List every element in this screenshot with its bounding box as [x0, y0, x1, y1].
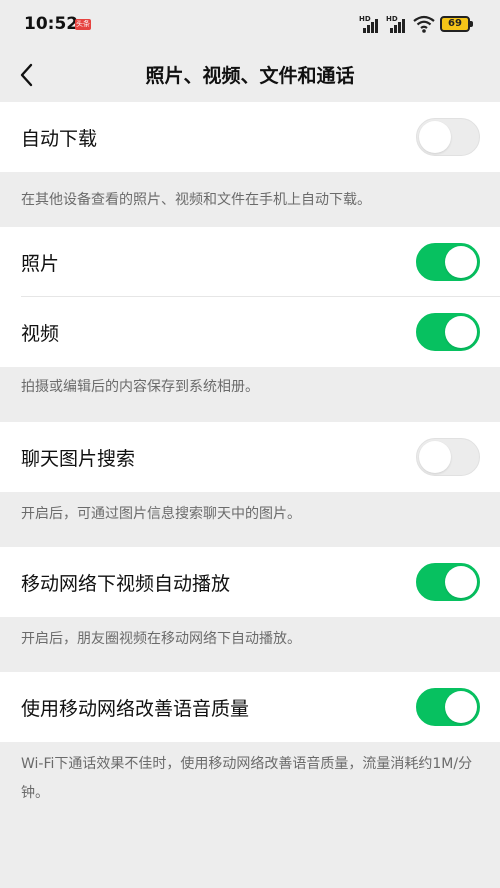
setting-label: 视频 [21, 322, 60, 345]
image-search-note: 开启后，可通过图片信息搜索聊天中的图片。 [0, 492, 500, 547]
setting-label: 照片 [21, 252, 60, 275]
photos-toggle[interactable] [416, 243, 480, 281]
toggle-knob [419, 441, 451, 473]
setting-row-auto-download[interactable]: 自动下载 [0, 102, 500, 172]
setting-row-videos[interactable]: 视频 [0, 297, 500, 367]
autoplay-note: 开启后，朋友圈视频在移动网络下自动播放。 [0, 617, 500, 672]
toggle-knob [445, 691, 477, 723]
setting-label: 使用移动网络改善语音质量 [21, 697, 250, 720]
status-bar: 10:52 头条 HD HD 69 [0, 0, 500, 48]
settings-list: 自动下载 在其他设备查看的照片、视频和文件在手机上自动下载。 照片 视频 拍摄或… [0, 102, 500, 808]
toggle-knob [445, 246, 477, 278]
status-icons: HD HD 69 [359, 14, 473, 34]
image-search-toggle[interactable] [416, 438, 480, 476]
photo-video-note: 拍摄或编辑后的内容保存到系统相册。 [0, 367, 500, 422]
status-time: 10:52 [24, 14, 79, 34]
setting-row-image-search[interactable]: 聊天图片搜索 [0, 422, 500, 492]
setting-label: 自动下载 [21, 127, 98, 150]
setting-row-autoplay[interactable]: 移动网络下视频自动播放 [0, 547, 500, 617]
auto-download-toggle[interactable] [416, 118, 480, 156]
setting-row-photos[interactable]: 照片 [0, 227, 500, 297]
setting-label: 聊天图片搜索 [21, 447, 136, 470]
signal-icon: HD [359, 15, 381, 33]
voice-quality-toggle[interactable] [416, 688, 480, 726]
wifi-icon [413, 15, 435, 33]
nav-bar: 照片、视频、文件和通话 [0, 48, 500, 102]
auto-download-note: 在其他设备查看的照片、视频和文件在手机上自动下载。 [0, 172, 500, 227]
battery-icon: 69 [440, 16, 473, 32]
setting-label: 移动网络下视频自动播放 [21, 572, 231, 595]
page-title: 照片、视频、文件和通话 [145, 65, 355, 87]
videos-toggle[interactable] [416, 313, 480, 351]
toggle-knob [445, 566, 477, 598]
toggle-knob [419, 121, 451, 153]
voice-quality-note: Wi-Fi下通话效果不佳时，使用移动网络改善语音质量，流量消耗约1M/分钟。 [0, 742, 500, 808]
toggle-knob [445, 316, 477, 348]
setting-row-voice-quality[interactable]: 使用移动网络改善语音质量 [0, 672, 500, 742]
signal-icon: HD [386, 15, 408, 33]
autoplay-toggle[interactable] [416, 563, 480, 601]
notification-badge: 头条 [75, 19, 91, 30]
